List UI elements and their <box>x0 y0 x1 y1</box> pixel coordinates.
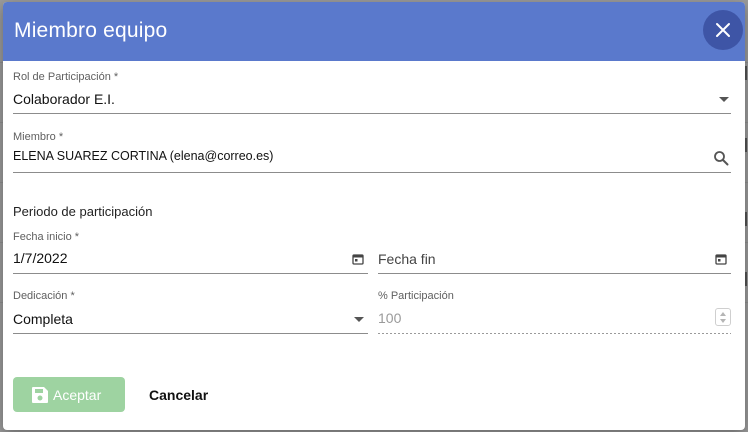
member-dialog: Miembro equipo Rol de Participación * Co… <box>3 2 745 430</box>
dialog-title: Miembro equipo <box>14 19 168 42</box>
fecha-inicio-field[interactable]: Fecha inicio * 1/7/2022 <box>13 231 368 275</box>
background-mark <box>745 212 747 226</box>
periodo-section-title: Periodo de participación <box>13 204 153 219</box>
participacion-stepper <box>715 308 731 326</box>
accept-button[interactable]: Aceptar <box>13 377 125 412</box>
stepper-down-icon <box>720 319 726 323</box>
background-mark <box>745 138 747 152</box>
miembro-field[interactable]: Miembro * ELENA SUAREZ CORTINA (elena@co… <box>13 131 731 175</box>
field-underline <box>13 273 368 274</box>
chevron-down-icon <box>354 317 364 322</box>
participacion-label: % Participación <box>378 290 454 302</box>
dedicacion-label: Dedicación * <box>13 290 75 302</box>
save-icon <box>32 387 48 403</box>
background-mark <box>745 66 747 80</box>
fecha-inicio-value: 1/7/2022 <box>13 250 68 266</box>
dedicacion-select[interactable]: Dedicación * Completa <box>13 290 368 334</box>
search-icon[interactable] <box>713 150 729 166</box>
background-mark <box>745 272 747 286</box>
participacion-field: % Participación 100 <box>378 290 731 334</box>
dialog-header: Miembro equipo <box>3 2 745 61</box>
fecha-fin-placeholder: Fecha fin <box>378 251 436 267</box>
field-underline <box>13 172 731 173</box>
cancel-button[interactable]: Cancelar <box>139 377 223 412</box>
fecha-fin-field[interactable]: Fecha fin <box>378 231 731 275</box>
chevron-down-icon <box>719 97 729 102</box>
miembro-label: Miembro * <box>13 131 64 143</box>
close-button[interactable] <box>703 10 743 50</box>
field-underline <box>13 113 731 114</box>
rol-participacion-value: Colaborador E.I. <box>13 91 115 107</box>
miembro-value: ELENA SUAREZ CORTINA (elena@correo.es) <box>13 149 274 163</box>
accept-button-label: Aceptar <box>53 387 102 403</box>
field-underline <box>378 273 731 274</box>
fecha-inicio-label: Fecha inicio * <box>13 231 80 243</box>
calendar-icon[interactable] <box>715 253 727 265</box>
field-underline <box>13 333 368 334</box>
dedicacion-value: Completa <box>13 311 73 327</box>
stepper-up-icon <box>720 312 726 316</box>
rol-participacion-label: Rol de Participación * <box>13 71 119 83</box>
rol-participacion-select[interactable]: Rol de Participación * Colaborador E.I. <box>13 71 731 115</box>
cancel-button-label: Cancelar <box>149 387 209 403</box>
calendar-icon[interactable] <box>352 253 364 265</box>
close-icon <box>716 23 730 37</box>
field-underline <box>378 333 731 334</box>
participacion-value: 100 <box>378 310 402 326</box>
